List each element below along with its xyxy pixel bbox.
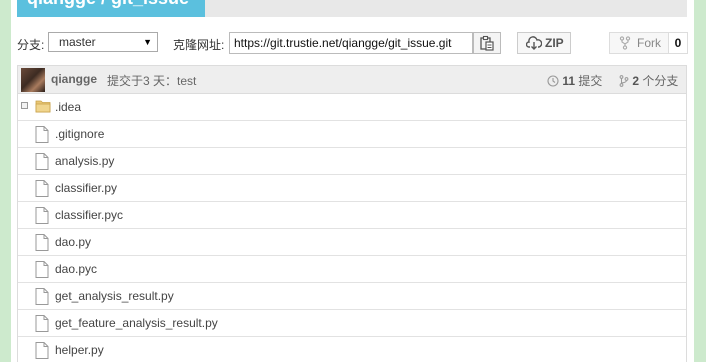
dropdown-arrow-icon: ▼: [143, 37, 152, 47]
branch-select[interactable]: master ▼: [48, 32, 158, 52]
file-name[interactable]: classifier.pyc: [55, 208, 123, 222]
file-row[interactable]: classifier.pyc: [18, 202, 686, 229]
repo-panel: qiangge / git_issue 分支: master ▼ 克隆网址: h…: [11, 0, 694, 362]
file-row[interactable]: get_feature_analysis_result.py: [18, 310, 686, 337]
latest-commit-bar: qiangge 提交于3 天：test 11 提交 2 个分支: [17, 65, 687, 94]
history-icon: [547, 75, 559, 87]
file-row[interactable]: get_analysis_result.py: [18, 283, 686, 310]
branches-stat[interactable]: 2 个分支: [619, 72, 678, 89]
file-name[interactable]: dao.py: [55, 235, 91, 249]
copy-url-button[interactable]: [473, 32, 501, 54]
file-list: .idea .gitignore analysis.py classifier.py c…: [17, 94, 687, 362]
file-row[interactable]: dao.py: [18, 229, 686, 256]
branch-selected-value: master: [59, 35, 96, 49]
clone-label: 克隆网址:: [173, 38, 225, 52]
zip-download-button[interactable]: ZIP: [517, 32, 571, 54]
commit-author[interactable]: qiangge: [51, 72, 97, 86]
file-name[interactable]: analysis.py: [55, 154, 114, 168]
file-name[interactable]: classifier.py: [55, 181, 117, 195]
zip-label: ZIP: [545, 36, 564, 50]
fork-icon: [619, 36, 631, 50]
folder-icon: [35, 99, 51, 116]
file-icon: [35, 234, 49, 254]
file-row[interactable]: analysis.py: [18, 148, 686, 175]
file-row[interactable]: classifier.py: [18, 175, 686, 202]
file-name[interactable]: helper.py: [55, 343, 104, 357]
fork-count: 0: [669, 32, 688, 54]
file-icon: [35, 315, 49, 335]
file-icon: [35, 342, 49, 362]
file-name[interactable]: get_feature_analysis_result.py: [55, 316, 218, 330]
file-row[interactable]: .idea: [18, 94, 686, 121]
file-row[interactable]: helper.py: [18, 337, 686, 362]
file-name[interactable]: .gitignore: [55, 127, 104, 141]
file-icon: [35, 153, 49, 173]
file-name[interactable]: get_analysis_result.py: [55, 289, 174, 303]
avatar[interactable]: [21, 68, 45, 92]
clone-url-input[interactable]: https://git.trustie.net/qiangge/git_issu…: [229, 32, 473, 54]
cloud-download-icon: [526, 36, 542, 50]
file-icon: [35, 180, 49, 200]
file-icon: [35, 207, 49, 227]
expand-icon[interactable]: [21, 102, 28, 109]
branch-label: 分支:: [17, 38, 45, 52]
repo-title-tab[interactable]: qiangge / git_issue: [17, 0, 205, 17]
branches-count: 2: [632, 74, 640, 88]
file-name[interactable]: dao.pyc: [55, 262, 97, 276]
file-row[interactable]: dao.pyc: [18, 256, 686, 283]
branches-label: 个分支: [642, 74, 679, 88]
commits-stat[interactable]: 11 提交: [547, 72, 602, 89]
file-icon: [35, 126, 49, 146]
file-icon: [35, 261, 49, 281]
commits-count: 11: [562, 74, 576, 88]
commit-message: 提交于3 天：test: [107, 74, 197, 88]
branch-icon: [619, 75, 629, 87]
file-row[interactable]: .gitignore: [18, 121, 686, 148]
fork-button[interactable]: Fork: [609, 32, 669, 54]
clipboard-icon: [480, 35, 494, 51]
fork-label: Fork: [637, 36, 661, 50]
file-icon: [35, 288, 49, 308]
repo-title: qiangge / git_issue: [27, 0, 189, 9]
commits-label: 提交: [578, 74, 603, 88]
file-name[interactable]: .idea: [55, 100, 81, 114]
